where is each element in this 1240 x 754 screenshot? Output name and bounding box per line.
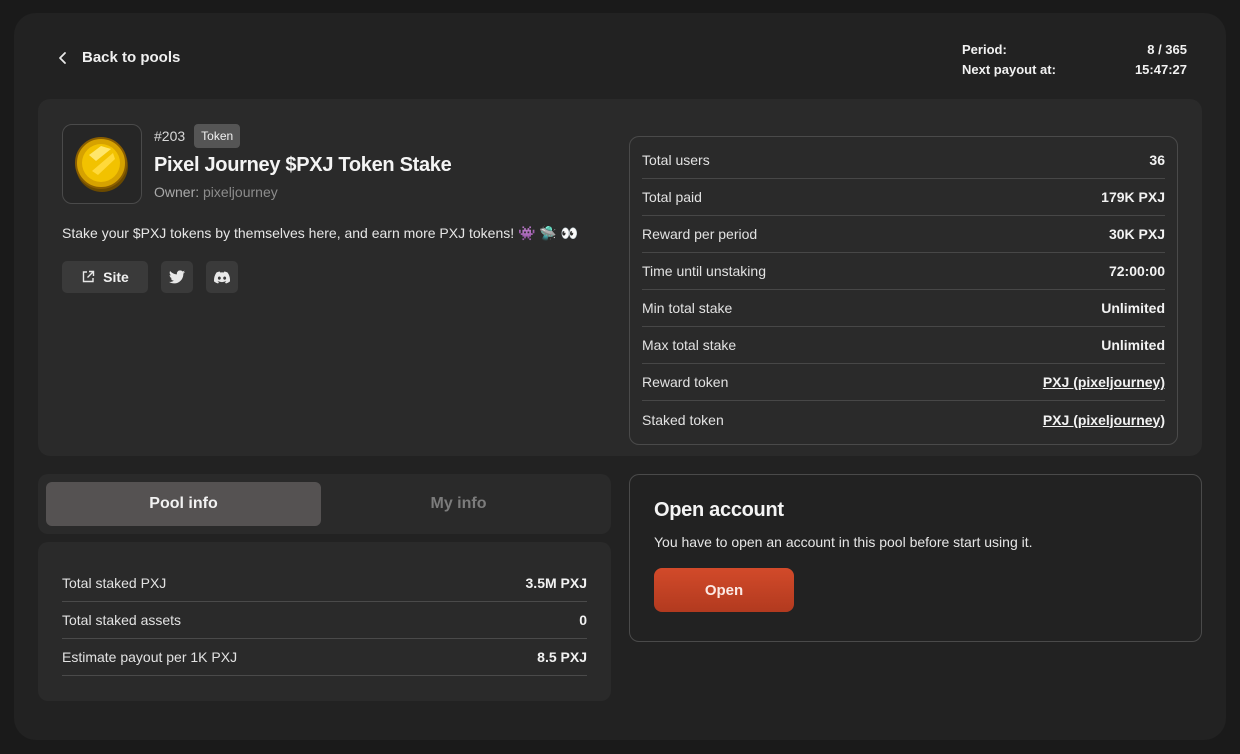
- period-label: Period:: [962, 42, 1007, 57]
- stat-row-reward-per-period: Reward per period 30K PXJ: [642, 216, 1165, 253]
- pool-description: Stake your $PXJ tokens by themselves her…: [62, 225, 579, 241]
- token-badge: Token: [194, 124, 241, 148]
- info-label: Estimate payout per 1K PXJ: [62, 649, 238, 665]
- stat-value: 72:00:00: [1108, 263, 1165, 279]
- back-label: Back to pools: [82, 49, 181, 66]
- open-account-panel: Open account You have to open an account…: [629, 474, 1202, 642]
- stat-row-min-total-stake: Min total stake Unlimited: [642, 290, 1165, 327]
- pool-number: #203: [154, 128, 186, 144]
- info-row-total-staked: Total staked PXJ 3.5M PXJ: [62, 565, 587, 602]
- stat-label: Reward token: [642, 374, 729, 390]
- reward-token-link[interactable]: PXJ (pixeljourney): [1043, 374, 1165, 390]
- info-value: 3.5M PXJ: [525, 575, 587, 591]
- owner-label: Owner:: [154, 184, 200, 200]
- tab-pool-info[interactable]: Pool info: [46, 482, 321, 526]
- stat-row-time-until-unstaking: Time until unstaking 72:00:00: [642, 253, 1165, 290]
- pool-info-panel: Total staked PXJ 3.5M PXJ Total staked a…: [38, 542, 611, 701]
- info-value: 8.5 PXJ: [537, 649, 587, 665]
- stat-label: Staked token: [642, 411, 724, 428]
- pool-logo: [62, 124, 142, 204]
- open-account-text: You have to open an account in this pool…: [654, 534, 1033, 550]
- owner-name[interactable]: pixeljourney: [203, 184, 278, 200]
- back-to-pools-link[interactable]: Back to pools: [58, 49, 180, 66]
- stat-label: Max total stake: [642, 337, 737, 353]
- info-row-total-staked-assets: Total staked assets 0: [62, 602, 587, 639]
- twitter-button[interactable]: [161, 261, 193, 293]
- staked-token-link[interactable]: PXJ (pixeljourney): [1043, 412, 1165, 428]
- period-info: Period: 8 / 365 Next payout at: 15:47:27: [962, 40, 1187, 80]
- stat-label: Reward per period: [642, 226, 758, 242]
- site-label: Site: [103, 269, 129, 285]
- info-label: Total staked PXJ: [62, 575, 167, 591]
- pool-links: Site: [62, 261, 238, 293]
- stat-value: Unlimited: [1101, 300, 1165, 316]
- stat-row-staked-token: Staked token PXJ (pixeljourney): [642, 401, 1165, 438]
- external-link-icon: [82, 270, 95, 283]
- stat-row-total-paid: Total paid 179K PXJ: [642, 179, 1165, 216]
- payout-label: Next payout at:: [962, 62, 1056, 77]
- stat-row-total-users: Total users 36: [642, 142, 1165, 179]
- gold-coin-icon: [75, 137, 128, 192]
- stat-label: Total users: [642, 152, 710, 168]
- twitter-icon: [169, 270, 185, 284]
- stat-value: Unlimited: [1101, 337, 1165, 353]
- period-value: 8 / 365: [1147, 42, 1187, 57]
- info-label: Total staked assets: [62, 612, 182, 628]
- discord-button[interactable]: [206, 261, 238, 293]
- payout-value: 15:47:27: [1134, 62, 1187, 77]
- stat-row-max-total-stake: Max total stake Unlimited: [642, 327, 1165, 364]
- info-row-estimate-payout: Estimate payout per 1K PXJ 8.5 PXJ: [62, 639, 587, 676]
- open-account-button[interactable]: Open: [654, 568, 794, 612]
- stat-label: Time until unstaking: [642, 263, 766, 279]
- info-value: 0: [579, 612, 587, 628]
- stat-label: Min total stake: [642, 300, 733, 316]
- pool-owner: Owner: pixeljourney: [154, 184, 451, 200]
- discord-icon: [214, 271, 230, 283]
- pool-summary-panel: #203 Token Pixel Journey $PXJ Token Stak…: [38, 99, 1202, 456]
- chevron-left-icon: [59, 51, 66, 64]
- stat-value: 179K PXJ: [1101, 189, 1165, 205]
- pool-title: Pixel Journey $PXJ Token Stake: [154, 154, 452, 176]
- main-frame: Back to pools Period: 8 / 365 Next payou…: [14, 13, 1226, 740]
- pool-stats-table: Total users 36 Total paid 179K PXJ Rewar…: [629, 136, 1178, 445]
- tab-my-info[interactable]: My info: [321, 482, 596, 526]
- pool-meta: #203 Token Pixel Journey $PXJ Token Stak…: [154, 123, 452, 200]
- stat-value: 36: [1149, 152, 1165, 168]
- stat-row-reward-token: Reward token PXJ (pixeljourney): [642, 364, 1165, 401]
- site-button[interactable]: Site: [62, 261, 148, 293]
- open-account-title: Open account: [654, 499, 784, 521]
- stat-label: Total paid: [642, 189, 702, 205]
- stat-value: 30K PXJ: [1108, 226, 1165, 242]
- info-tabs: Pool info My info: [38, 474, 611, 534]
